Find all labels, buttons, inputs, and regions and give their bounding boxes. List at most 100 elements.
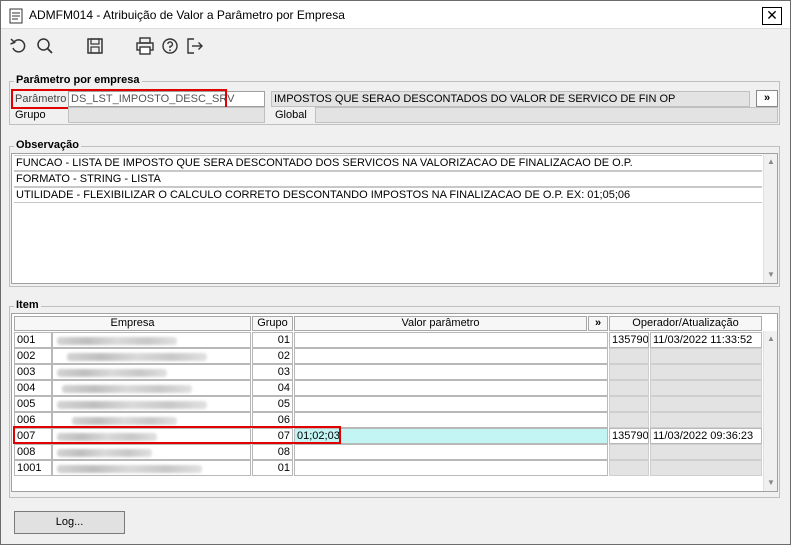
- redacted-name: [72, 417, 177, 425]
- search-button[interactable]: [35, 36, 55, 56]
- toolbar: [1, 30, 790, 62]
- row-operador: [609, 460, 649, 476]
- undo-icon: [10, 38, 26, 53]
- close-button[interactable]: ✕: [762, 7, 782, 25]
- print-button[interactable]: [135, 36, 155, 56]
- row-empresa-name[interactable]: [52, 364, 251, 380]
- grupo-field: [68, 107, 265, 123]
- scroll-down-icon[interactable]: ▼: [764, 268, 778, 282]
- exit-icon: [187, 38, 203, 54]
- window-title: ADMFM014 - Atribuição de Valor a Parâmet…: [29, 8, 345, 22]
- row-atualizacao: [650, 396, 762, 412]
- row-empresa-code[interactable]: 003: [14, 364, 52, 380]
- row-empresa-name[interactable]: [52, 380, 251, 396]
- redacted-name: [57, 449, 152, 457]
- row-grupo[interactable]: 05: [252, 396, 293, 412]
- help-button[interactable]: [160, 36, 180, 56]
- row-valor-parametro[interactable]: [294, 380, 608, 396]
- row-valor-parametro[interactable]: [294, 444, 608, 460]
- scroll-down-icon[interactable]: ▼: [764, 476, 778, 490]
- row-grupo[interactable]: 08: [252, 444, 293, 460]
- column-header-valor[interactable]: Valor parâmetro: [294, 316, 587, 331]
- row-operador: [609, 412, 649, 428]
- document-icon: [9, 8, 23, 24]
- observacao-legend: Observação: [14, 139, 81, 151]
- row-valor-parametro[interactable]: [294, 460, 608, 476]
- row-operador: 135790: [609, 332, 649, 348]
- item-legend: Item: [14, 299, 41, 311]
- row-empresa-name[interactable]: [52, 332, 251, 348]
- column-header-grupo[interactable]: Grupo: [252, 316, 293, 331]
- grupo-label: Grupo: [15, 109, 46, 121]
- redacted-name: [57, 369, 167, 377]
- row-valor-parametro[interactable]: [294, 364, 608, 380]
- row-atualizacao: [650, 412, 762, 428]
- row-grupo[interactable]: 03: [252, 364, 293, 380]
- redacted-name: [57, 465, 202, 473]
- help-icon: [162, 38, 178, 54]
- parametro-expand-button[interactable]: »: [756, 90, 778, 107]
- row-valor-parametro[interactable]: [294, 332, 608, 348]
- global-label: Global: [275, 109, 307, 121]
- row-empresa-name[interactable]: [52, 444, 251, 460]
- observacao-memo[interactable]: FUNCAO - LISTA DE IMPOSTO QUE SERA DESCO…: [11, 153, 778, 284]
- redacted-name: [62, 385, 192, 393]
- row-valor-parametro[interactable]: [294, 348, 608, 364]
- observacao-line: FUNCAO - LISTA DE IMPOSTO QUE SERA DESCO…: [14, 155, 762, 171]
- row-atualizacao: [650, 380, 762, 396]
- row-operador: [609, 380, 649, 396]
- scroll-up-icon[interactable]: ▲: [764, 155, 778, 169]
- row-empresa-code[interactable]: 005: [14, 396, 52, 412]
- row-operador: [609, 396, 649, 412]
- column-header-empresa[interactable]: Empresa: [14, 316, 251, 331]
- row-empresa-name[interactable]: [52, 460, 251, 476]
- row-empresa-code[interactable]: 002: [14, 348, 52, 364]
- redacted-name: [67, 353, 207, 361]
- row-operador: [609, 348, 649, 364]
- row-grupo[interactable]: 04: [252, 380, 293, 396]
- valor-expand-button[interactable]: »: [588, 316, 608, 331]
- undo-button[interactable]: [9, 36, 29, 56]
- row-empresa-code[interactable]: 004: [14, 380, 52, 396]
- row-atualizacao: 11/03/2022 11:33:52: [650, 332, 762, 348]
- row-operador: [609, 444, 649, 460]
- log-button[interactable]: Log...: [14, 511, 125, 534]
- app-window: ADMFM014 - Atribuição de Valor a Parâmet…: [0, 0, 791, 545]
- search-icon: [37, 38, 53, 54]
- row-atualizacao: [650, 348, 762, 364]
- row-atualizacao: [650, 364, 762, 380]
- row-valor-parametro[interactable]: [294, 412, 608, 428]
- row-atualizacao: 11/03/2022 09:36:23: [650, 428, 762, 444]
- item-scrollbar[interactable]: ▲ ▼: [763, 331, 777, 491]
- row-empresa-code[interactable]: 001: [14, 332, 52, 348]
- observacao-scrollbar[interactable]: ▲ ▼: [763, 154, 777, 283]
- row-operador: 135790: [609, 428, 649, 444]
- row-grupo[interactable]: 02: [252, 348, 293, 364]
- row-valor-parametro[interactable]: [294, 396, 608, 412]
- print-icon: [136, 37, 154, 55]
- column-header-operador[interactable]: Operador/Atualização: [609, 316, 762, 331]
- redacted-name: [57, 401, 207, 409]
- row-atualizacao: [650, 444, 762, 460]
- row-highlight: [13, 426, 341, 444]
- scroll-up-icon[interactable]: ▲: [764, 332, 778, 346]
- row-operador: [609, 364, 649, 380]
- save-icon: [87, 38, 103, 54]
- row-grupo[interactable]: 01: [252, 460, 293, 476]
- parametro-highlight: [11, 89, 227, 109]
- title-bar: ADMFM014 - Atribuição de Valor a Parâmet…: [1, 1, 790, 29]
- parametro-empresa-legend: Parâmetro por empresa: [14, 74, 142, 86]
- row-empresa-name[interactable]: [52, 348, 251, 364]
- redacted-name: [57, 337, 177, 345]
- row-empresa-code[interactable]: 1001: [14, 460, 52, 476]
- row-atualizacao: [650, 460, 762, 476]
- save-button[interactable]: [85, 36, 105, 56]
- row-valor-parametro[interactable]: 01;02;03: [294, 428, 608, 444]
- row-empresa-name[interactable]: [52, 396, 251, 412]
- row-empresa-code[interactable]: 008: [14, 444, 52, 460]
- row-grupo[interactable]: 01: [252, 332, 293, 348]
- item-grid: Empresa Grupo Valor parâmetro » Operador…: [11, 313, 778, 492]
- exit-button[interactable]: [185, 36, 205, 56]
- observacao-line: FORMATO - STRING - LISTA: [14, 171, 762, 187]
- observacao-line: UTILIDADE - FLEXIBILIZAR O CALCULO CORRE…: [14, 187, 762, 203]
